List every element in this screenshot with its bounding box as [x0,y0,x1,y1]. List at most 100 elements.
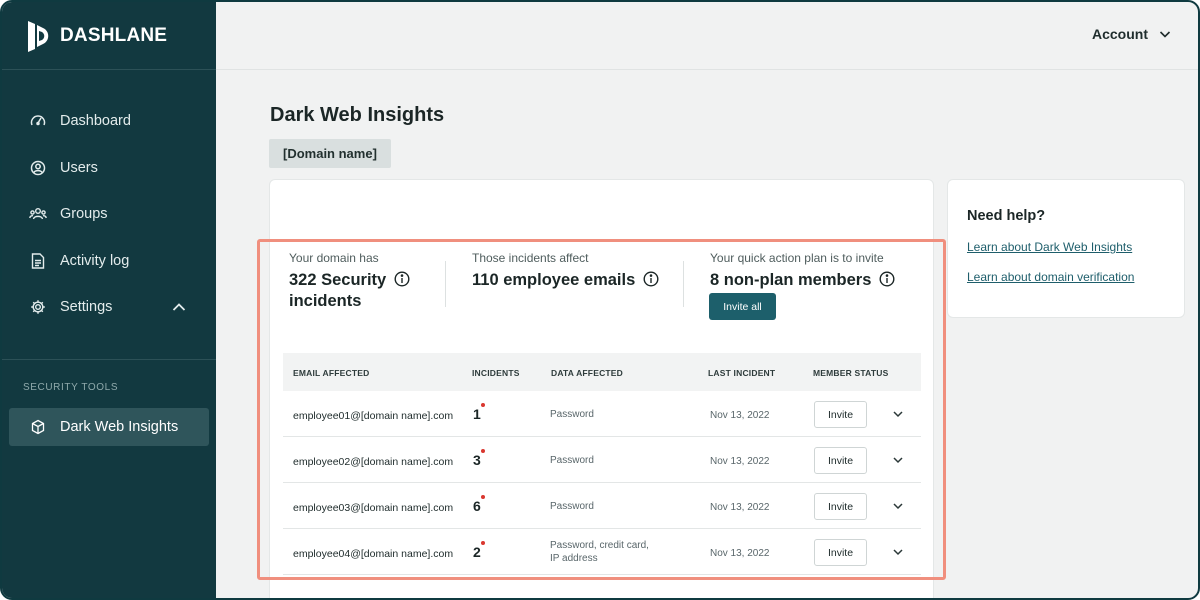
sidebar-item-label: Dark Web Insights [60,418,179,435]
document-icon [29,252,47,270]
sidebar-item-dashboard[interactable]: Dashboard [2,98,216,145]
incident-dot-icon [481,541,485,545]
chevron-down-icon[interactable] [891,499,905,513]
row-last-incident: Nov 13, 2022 [710,410,770,421]
incident-dot-icon [481,449,485,453]
row-incidents: 3 [473,449,485,468]
sidebar-item-settings[interactable]: Settings [2,284,216,331]
chevron-down-icon[interactable] [891,407,905,421]
help-title: Need help? [967,208,1046,224]
sidebar-item-groups[interactable]: Groups [2,191,216,238]
chevron-down-icon[interactable] [891,545,905,559]
data-line1: Password [550,501,594,512]
affected-emails-table: EMAIL AFFECTED INCIDENTS DATA AFFECTED L… [283,353,921,575]
sidebar-divider [2,358,216,360]
stat-value-line1: 322 Security [289,271,387,289]
sidebar-item-label: Dashboard [60,113,131,130]
info-icon[interactable] [879,271,895,287]
row-data-affected: Password [550,500,594,513]
row-email: employee02@[domain name].com [293,456,454,468]
link-learn-dark-web-insights[interactable]: Learn about Dark Web Insights [967,240,1132,254]
incident-dot-icon [481,495,485,499]
invite-button[interactable]: Invite [814,539,867,566]
column-header-data[interactable]: DATA AFFECTED [551,368,623,378]
stat-separator [683,261,684,307]
invite-button[interactable]: Invite [814,447,867,474]
stat-value-text: 8 non-plan members [710,271,872,289]
stat-value: 322 Security incidents [289,270,410,312]
section-label-security-tools: SECURITY TOOLS [23,381,119,393]
stat-separator [445,261,446,307]
sidebar-nav: Dashboard Users Groups Activity log Sett… [2,70,216,331]
chevron-down-icon[interactable] [891,453,905,467]
row-last-incident: Nov 13, 2022 [710,502,770,513]
stat-value-text: 110 employee emails [472,271,636,289]
sidebar-item-users[interactable]: Users [2,145,216,192]
sidebar-item-label: Settings [60,299,113,316]
stat-value-line2: incidents [289,292,362,310]
account-menu[interactable]: Account [1092,26,1172,42]
column-header-last-incident[interactable]: LAST INCIDENT [708,368,775,378]
brand[interactable]: DASHLANE [2,2,216,70]
dashlane-logo-icon [28,20,49,52]
info-icon[interactable] [394,271,410,287]
row-incidents: 1 [473,403,485,422]
stat-value: 8 non-plan members [710,270,895,291]
users-icon [29,205,47,223]
gear-icon [29,298,47,316]
stat-action-plan: Your quick action plan is to invite 8 no… [710,251,895,291]
chevron-up-icon[interactable] [171,299,187,315]
stat-label: Your domain has [289,251,379,265]
sidebar-item-dark-web-insights[interactable]: Dark Web Insights [9,407,209,446]
table-row: employee01@[domain name].com 1 Password … [283,391,921,437]
sidebar-item-label: Users [60,159,98,176]
topbar: Account [216,2,1198,70]
table-row: employee04@[domain name].com 2 Password,… [283,529,921,575]
column-header-email[interactable]: EMAIL AFFECTED [293,368,369,378]
stat-emails: Those incidents affect 110 employee emai… [472,251,659,291]
gauge-icon [29,112,47,130]
data-line2: IP address [550,553,598,564]
invite-button[interactable]: Invite [814,401,867,428]
info-icon[interactable] [643,271,659,287]
help-card: Need help? Learn about Dark Web Insights… [947,179,1185,318]
sidebar-item-activity-log[interactable]: Activity log [2,238,216,285]
data-line1: Password [550,409,594,420]
domain-chip: [Domain name] [269,139,391,168]
row-last-incident: Nov 13, 2022 [710,456,770,467]
row-email: employee01@[domain name].com [293,410,454,422]
stat-label: Your quick action plan is to invite [710,251,884,265]
column-header-incidents[interactable]: INCIDENTS [472,368,520,378]
row-last-incident: Nov 13, 2022 [710,548,770,559]
invite-button[interactable]: Invite [814,493,867,520]
incident-count: 3 [473,452,481,468]
app-window: DASHLANE Dashboard Users Groups Activity… [0,0,1200,600]
row-incidents: 2 [473,541,485,560]
table-header: EMAIL AFFECTED INCIDENTS DATA AFFECTED L… [283,353,921,391]
link-learn-domain-verification[interactable]: Learn about domain verification [967,270,1134,284]
user-circle-icon [29,159,47,177]
sidebar-item-label: Activity log [60,252,130,269]
incident-dot-icon [481,403,485,407]
table-row: employee02@[domain name].com 3 Password … [283,437,921,483]
row-incidents: 6 [473,495,485,514]
incident-count: 1 [473,406,481,422]
row-data-affected: Password [550,454,594,467]
incident-count: 6 [473,498,481,514]
row-email: employee03@[domain name].com [293,502,454,514]
account-label: Account [1092,26,1148,42]
sidebar-item-label: Groups [60,206,108,223]
invite-all-button[interactable]: Invite all [709,293,776,320]
chevron-down-icon [1159,31,1171,38]
stat-value: 110 employee emails [472,270,659,291]
dark-web-icon [29,418,47,436]
stat-label: Those incidents affect [472,251,589,265]
incident-count: 2 [473,544,481,560]
table-row: employee03@[domain name].com 6 Password … [283,483,921,529]
column-header-member-status[interactable]: MEMBER STATUS [813,368,888,378]
row-email: employee04@[domain name].com [293,548,454,560]
sidebar: DASHLANE Dashboard Users Groups Activity… [2,2,216,598]
row-data-affected: Password [550,408,594,421]
data-line1: Password, credit card, [550,540,649,551]
stat-incidents: Your domain has 322 Security incidents [289,251,410,312]
